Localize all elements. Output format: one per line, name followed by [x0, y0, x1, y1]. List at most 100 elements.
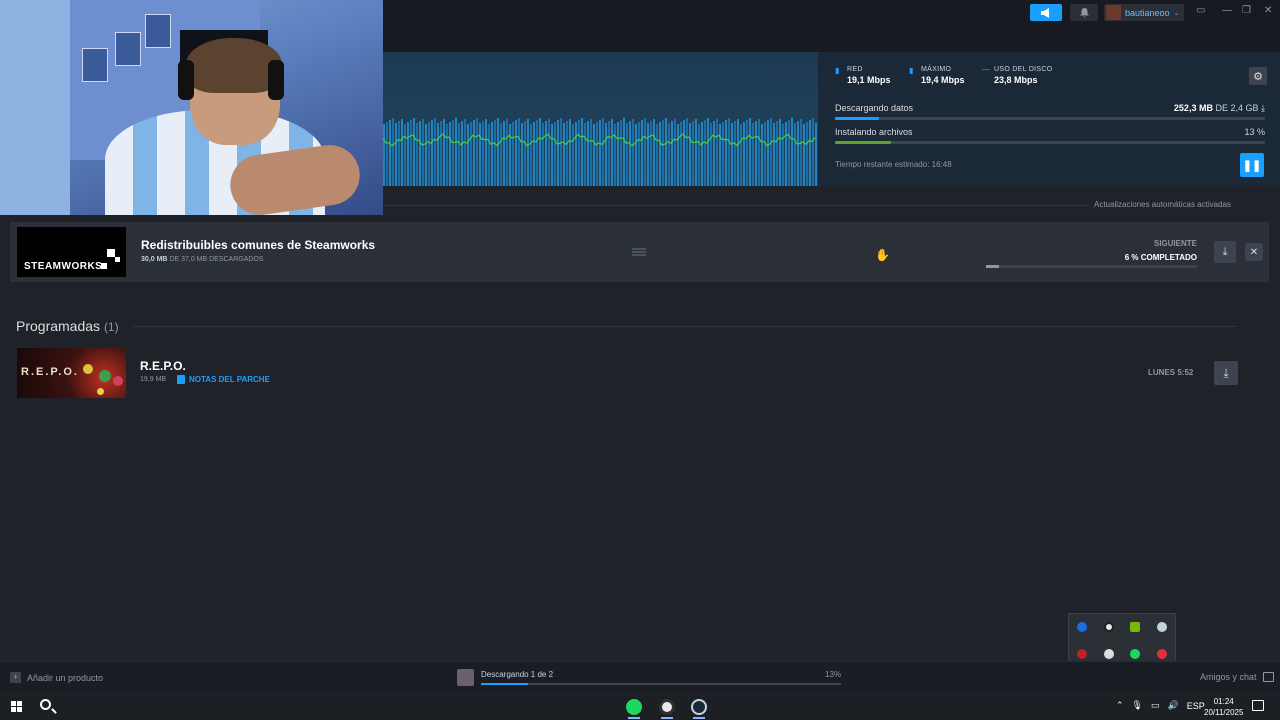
bottom-progress-track: [481, 683, 841, 685]
windows-start-icon[interactable]: [11, 701, 22, 712]
drag-handle-icon[interactable]: [632, 248, 646, 256]
friends-chat-label: Amigos y chat: [1200, 672, 1257, 682]
clock[interactable]: 01:24 20/11/2025: [1204, 696, 1243, 718]
graph-bar: [659, 122, 661, 186]
graph-bar: [449, 122, 451, 186]
friends-chat-button[interactable]: Amigos y chat: [1200, 672, 1274, 682]
patch-notes-link[interactable]: NOTAS DEL PARCHE: [177, 375, 270, 384]
graph-bar: [809, 120, 811, 186]
graph-bar: [758, 119, 760, 186]
graph-bar: [554, 122, 556, 186]
graph-bar: [497, 118, 499, 186]
steam-icon[interactable]: [691, 699, 707, 715]
size-done: 30,0 MB: [141, 256, 168, 263]
minimize-icon[interactable]: —: [1222, 5, 1232, 16]
network-stat: ▮ RED 19,1 Mbps: [835, 66, 891, 85]
graph-bar: [581, 118, 583, 186]
graph-bar: [527, 119, 529, 186]
graph-bar: [431, 120, 433, 186]
search-icon[interactable]: [40, 699, 51, 710]
notifications-button[interactable]: [1070, 4, 1098, 21]
item-title[interactable]: Redistribuibles comunes de Steamworks: [141, 238, 375, 252]
download-status[interactable]: Descargando 1 de 2: [481, 670, 553, 679]
download-icon: ⤓: [1222, 245, 1228, 258]
item-progress-fill: [986, 265, 999, 268]
spotify-icon[interactable]: [1130, 649, 1140, 659]
windows-taskbar: ⌃ 🎙 ▭ 🔊 ESP 01:24 20/11/2025: [0, 693, 1280, 720]
graph-bar: [461, 121, 463, 186]
graph-bar: [476, 118, 478, 186]
graph-bar: [551, 124, 553, 186]
system-tray: ⌃ 🎙 ▭ 🔊 ESP: [1116, 700, 1205, 711]
hand-cursor-icon: ✋: [875, 248, 890, 262]
graph-bar: [425, 124, 427, 186]
download-thumbnail[interactable]: [457, 669, 474, 686]
graph-bar: [746, 120, 748, 186]
item-progress-track: [986, 265, 1197, 268]
graph-bar: [788, 120, 790, 186]
download-now-button[interactable]: ⤓: [1214, 361, 1238, 385]
graph-bar: [794, 123, 796, 186]
graph-bar: [458, 123, 460, 186]
current-download-item[interactable]: STEAMWORKS Redistribuibles comunes de St…: [10, 222, 1269, 282]
graph-bar: [509, 124, 511, 186]
add-product-button[interactable]: + Añadir un producto: [10, 672, 103, 683]
remove-button[interactable]: ✕: [1245, 243, 1263, 261]
download-icon: ⤓: [1261, 103, 1265, 113]
app-icon[interactable]: [1157, 649, 1167, 659]
obs-icon[interactable]: [659, 699, 675, 715]
size-rest: DE 37,0 MB DESCARGADOS: [169, 256, 264, 263]
microphone-icon[interactable]: 🎙: [1132, 700, 1143, 711]
app-icon[interactable]: [1104, 649, 1114, 659]
graph-bar: [800, 119, 802, 186]
bluetooth-icon[interactable]: [1077, 622, 1087, 632]
graph-bar: [410, 120, 412, 186]
network-icon[interactable]: ▭: [1151, 700, 1160, 711]
scheduled-item-title[interactable]: R.E.P.O.: [140, 359, 186, 373]
repo-capsule-image[interactable]: R.E.P.O.: [17, 348, 126, 398]
graph-bar: [389, 120, 391, 186]
graph-bar: [455, 118, 457, 186]
steam-icon[interactable]: [1157, 622, 1167, 632]
download-now-button[interactable]: ⤓: [1214, 241, 1236, 263]
graph-bar: [395, 123, 397, 186]
graph-bar: [674, 119, 676, 186]
language-indicator[interactable]: ESP: [1187, 701, 1205, 711]
graph-bar: [563, 123, 565, 186]
graph-bar: [416, 123, 418, 186]
item-size: 30,0 MB DE 37,0 MB DESCARGADOS: [141, 256, 264, 263]
big-picture-icon[interactable]: ▭: [1196, 5, 1205, 16]
graph-bar: [731, 123, 733, 186]
scheduled-count: (1): [103, 320, 119, 334]
graph-bar: [719, 124, 721, 186]
close-icon[interactable]: ✕: [1264, 5, 1272, 16]
obs-icon[interactable]: [1104, 622, 1114, 632]
notification-center-icon[interactable]: [1252, 700, 1264, 711]
peak-label: MÁXIMO: [921, 66, 952, 73]
downloading-amount-value: 252,3 MB: [1173, 103, 1213, 113]
graph-bar: [446, 124, 448, 186]
spotify-icon[interactable]: [626, 699, 642, 715]
disk-label: USO DEL DISCO: [994, 66, 1053, 73]
graph-bar: [764, 122, 766, 186]
app-icon[interactable]: [1077, 649, 1087, 659]
chevron-up-icon[interactable]: ⌃: [1116, 700, 1124, 711]
user-menu-button[interactable]: bautianeoo ⌄: [1104, 4, 1184, 21]
downloading-total: DE 2,4 GB: [1215, 103, 1259, 113]
download-header: ▮ RED 19,1 Mbps ▮ MÁXIMO 19,4 Mbps — USO DE…: [383, 52, 1280, 186]
nvidia-icon[interactable]: [1130, 622, 1140, 632]
graph-bar: [491, 122, 493, 186]
graph-bar: [566, 121, 568, 186]
settings-button[interactable]: ⚙: [1249, 67, 1267, 85]
graph-bar: [671, 121, 673, 186]
volume-icon[interactable]: 🔊: [1168, 700, 1179, 711]
graph-bar: [470, 122, 472, 186]
pause-button[interactable]: ❚❚: [1240, 153, 1264, 177]
announcements-button[interactable]: [1030, 4, 1062, 21]
bar-chart-icon: ▮: [909, 66, 914, 75]
graph-bar: [386, 122, 388, 186]
close-icon: ✕: [1249, 246, 1259, 258]
graph-bar: [437, 123, 439, 186]
restore-icon[interactable]: ❐: [1242, 5, 1251, 16]
graph-bar: [485, 119, 487, 186]
